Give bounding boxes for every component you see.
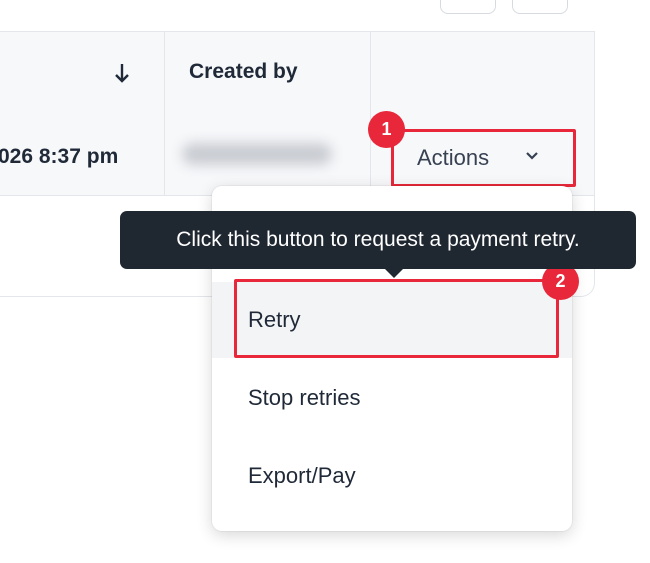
column-header-created-by[interactable]: Created by [189, 60, 298, 84]
column-divider [164, 31, 165, 195]
date-cell: 026 8:37 pm [0, 145, 119, 168]
toolbar-button-right[interactable] [512, 0, 568, 14]
retry-highlight-box [234, 279, 559, 358]
arrow-down-icon[interactable] [114, 62, 130, 84]
actions-highlight-box [391, 129, 576, 187]
tooltip-arrow [384, 268, 404, 278]
table-header-row: Created by [0, 31, 594, 115]
column-divider [370, 31, 371, 195]
menu-item-stop-retries[interactable]: Stop retries [212, 360, 572, 436]
tooltip: Click this button to request a payment r… [120, 211, 636, 269]
menu-item-export-pay[interactable]: Export/Pay [212, 438, 572, 514]
menu-item-label: Stop retries [248, 385, 361, 410]
step-badge-1: 1 [368, 111, 405, 148]
menu-item-label: Export/Pay [248, 463, 356, 488]
created-by-cell [182, 143, 332, 165]
toolbar-button-left[interactable] [440, 0, 496, 14]
